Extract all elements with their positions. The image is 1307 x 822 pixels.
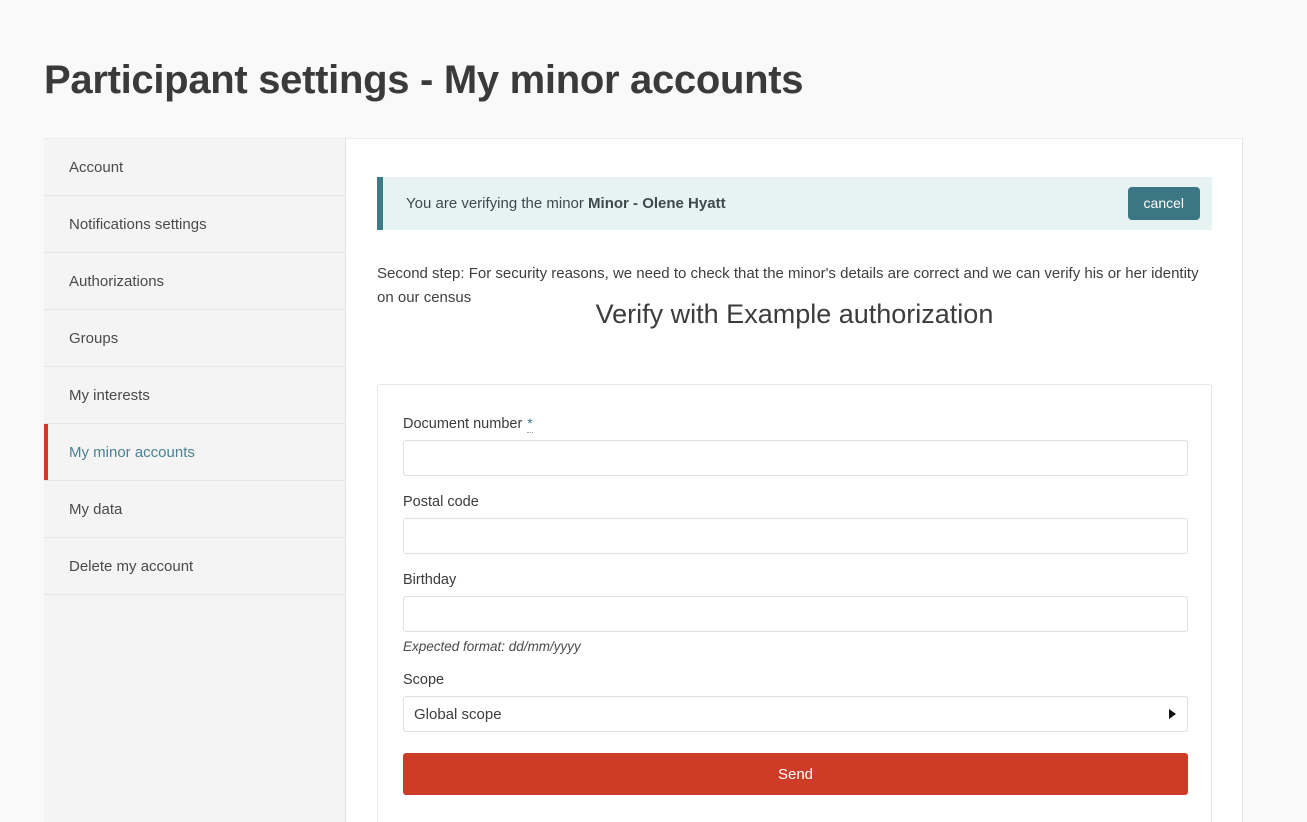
page-title: Participant settings - My minor accounts xyxy=(44,57,804,102)
scope-select[interactable]: Global scope xyxy=(403,696,1188,732)
settings-content-panel: You are verifying the minor Minor - Olen… xyxy=(346,138,1243,822)
verification-form: Document number * Postal code Birthday Ex… xyxy=(377,384,1212,822)
document-number-label-text: Document number xyxy=(403,416,523,432)
sidebar-item-account[interactable]: Account xyxy=(44,139,345,196)
section-heading: Verify with Example authorization xyxy=(595,299,994,329)
sidebar-item-label: Notifications settings xyxy=(69,215,207,233)
document-number-input[interactable] xyxy=(403,440,1188,476)
sidebar-item-label: Account xyxy=(69,158,124,176)
send-button[interactable]: Send xyxy=(403,753,1188,795)
postal-code-input[interactable] xyxy=(403,518,1188,554)
required-marker-icon: * xyxy=(527,415,533,433)
minor-name: Minor - Olene Hyatt xyxy=(588,195,726,212)
sidebar-item-label: My minor accounts xyxy=(69,443,195,461)
sidebar-item-label: My data xyxy=(69,500,123,518)
sidebar-item-my-data[interactable]: My data xyxy=(44,481,345,538)
field-birthday: Birthday Expected format: dd/mm/yyyy xyxy=(403,571,1188,654)
verification-alert-text: You are verifying the minor Minor - Olen… xyxy=(406,195,726,212)
field-scope: Scope Global scope xyxy=(403,671,1188,732)
scope-selected-value: Global scope xyxy=(414,705,502,723)
birthday-format-hint: Expected format: dd/mm/yyyy xyxy=(403,639,581,654)
sidebar-item-my-minor-accounts[interactable]: My minor accounts xyxy=(44,424,345,481)
verification-alert-prefix: You are verifying the minor xyxy=(406,195,589,212)
scope-label: Scope xyxy=(403,672,445,688)
birthday-input[interactable] xyxy=(403,596,1188,632)
settings-sidebar: Account Notifications settings Authoriza… xyxy=(44,138,346,822)
cancel-verification-button[interactable]: cancel xyxy=(1127,187,1200,220)
sidebar-item-notifications-settings[interactable]: Notifications settings xyxy=(44,196,345,253)
document-number-label: Document number * xyxy=(403,415,533,433)
postal-code-label: Postal code xyxy=(403,494,479,510)
field-document-number: Document number * xyxy=(403,415,1188,476)
scope-select-wrapper: Global scope xyxy=(403,696,1188,732)
sidebar-item-label: My interests xyxy=(69,386,150,404)
sidebar-item-label: Delete my account xyxy=(69,557,194,575)
verification-alert: You are verifying the minor Minor - Olen… xyxy=(377,177,1212,230)
sidebar-item-groups[interactable]: Groups xyxy=(44,310,345,367)
sidebar-empty-area xyxy=(44,595,345,822)
page-root: Participant settings - My minor accounts… xyxy=(0,0,1307,822)
sidebar-item-label: Groups xyxy=(69,329,119,347)
sidebar-item-authorizations[interactable]: Authorizations xyxy=(44,253,345,310)
birthday-label: Birthday xyxy=(403,572,457,588)
field-postal-code: Postal code xyxy=(403,493,1188,554)
sidebar-item-label: Authorizations xyxy=(69,272,165,290)
sidebar-item-delete-my-account[interactable]: Delete my account xyxy=(44,538,345,595)
sidebar-item-my-interests[interactable]: My interests xyxy=(44,367,345,424)
